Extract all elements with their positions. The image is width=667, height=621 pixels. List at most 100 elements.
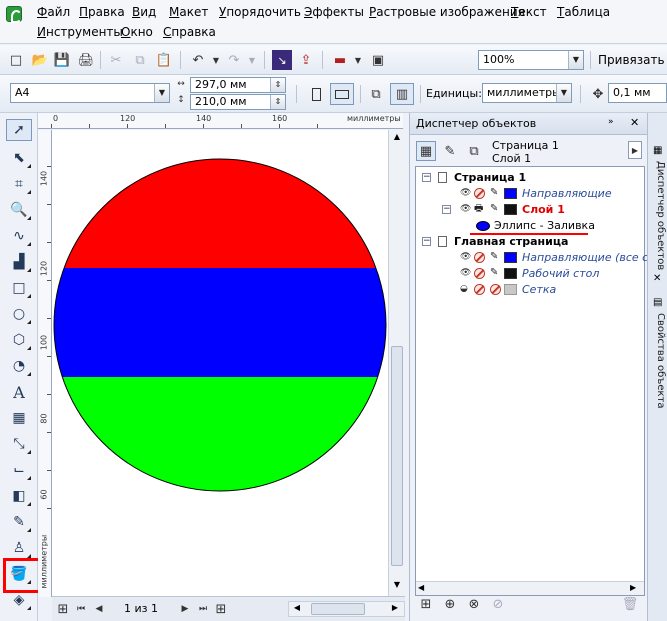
shape-tool-icon[interactable]: ⬉ xyxy=(6,147,32,169)
spinner-icon[interactable]: ⇕ xyxy=(270,95,285,109)
scroll-left-icon[interactable]: ◀ xyxy=(418,583,424,592)
tree-row-desktop[interactable]: 👁 ✎ Рабочий стол xyxy=(416,266,644,282)
freehand-tool-icon[interactable]: ∿ xyxy=(6,225,32,247)
edit-across-layers-icon[interactable]: ✎ xyxy=(440,141,460,161)
menu-file[interactable]: Файл xyxy=(37,5,70,19)
close-icon[interactable]: ✕ xyxy=(653,273,661,284)
export-icon[interactable]: ⇪ xyxy=(296,50,316,70)
first-page-icon[interactable]: ⏮ xyxy=(74,599,88,619)
save-icon[interactable]: 💾 xyxy=(52,50,72,70)
interactive-blend-tool-icon[interactable]: ◧ xyxy=(6,485,32,507)
last-page-icon[interactable]: ⏭ xyxy=(196,599,210,619)
paste-icon[interactable]: 📋 xyxy=(154,50,174,70)
tree-row-master[interactable]: − Главная страница xyxy=(416,234,644,250)
basic-shapes-tool-icon[interactable]: ◔ xyxy=(6,355,32,377)
prev-page-icon[interactable]: ◀ xyxy=(92,599,106,619)
no-print-icon[interactable] xyxy=(474,252,485,263)
landscape-orientation-icon[interactable] xyxy=(330,83,354,105)
menu-help[interactable]: Справка xyxy=(163,25,216,39)
collapse-icon[interactable]: − xyxy=(422,173,431,182)
tree-row-grid[interactable]: ◒ Сетка xyxy=(416,282,644,298)
tree-row-layer1[interactable]: − 👁 🖶 ✎ Слой 1 xyxy=(416,202,644,218)
object-tree[interactable]: − Страница 1 👁 ✎ Направляющие − 👁 🖶 ✎ Сл… xyxy=(415,166,662,596)
portrait-orientation-icon[interactable] xyxy=(306,84,326,104)
menu-text[interactable]: Текст xyxy=(511,5,547,19)
scroll-thumb[interactable] xyxy=(311,603,365,615)
add-page-after-icon[interactable]: ⊞ xyxy=(214,599,228,619)
properties-tab-icon[interactable]: ▤ xyxy=(653,297,662,308)
printer-icon[interactable]: 🖶 xyxy=(474,204,484,214)
tab-object-manager[interactable]: Диспетчер объектов xyxy=(650,161,666,270)
current-page-icon[interactable]: ▥ xyxy=(390,83,414,105)
new-layer-icon[interactable]: ⊞ xyxy=(416,594,436,614)
pencil-icon[interactable]: ✎ xyxy=(490,204,500,214)
tree-row-page1[interactable]: − Страница 1 xyxy=(416,170,644,186)
docker-menu-arrow-icon[interactable]: ▶ xyxy=(628,141,642,159)
rectangle-tool-icon[interactable]: □ xyxy=(6,277,32,299)
add-page-before-icon[interactable]: ⊞ xyxy=(56,599,70,619)
print-icon[interactable]: 🖨 xyxy=(76,50,96,70)
menu-bitmaps[interactable]: Растровые изображения xyxy=(369,5,525,19)
page-height-input[interactable]: 210,0 мм ⇕ xyxy=(190,94,286,110)
menu-arrange[interactable]: Упорядочить xyxy=(219,5,301,19)
collapse-icon[interactable]: − xyxy=(422,237,431,246)
chevron-down-icon[interactable]: ▼ xyxy=(568,51,583,69)
ellipse-tool-icon[interactable]: ○ xyxy=(6,303,32,325)
undo-dropdown-icon[interactable]: ▼ xyxy=(206,50,226,70)
new-document-icon[interactable]: □ xyxy=(6,50,26,70)
connector-tool-icon[interactable]: ⌙ xyxy=(6,459,32,481)
no-print-icon[interactable] xyxy=(474,188,485,199)
menu-window[interactable]: Окно xyxy=(121,25,153,39)
pencil-icon[interactable]: ✎ xyxy=(490,188,500,198)
scroll-thumb[interactable] xyxy=(391,346,403,566)
menu-table[interactable]: Таблица xyxy=(557,5,610,19)
no-print-icon[interactable] xyxy=(474,284,485,295)
tree-horizontal-scrollbar[interactable]: ◀ ▶ xyxy=(416,581,644,595)
tree-row-ellipse[interactable]: Эллипс - Заливка xyxy=(416,218,644,235)
eye-icon[interactable]: 👁 xyxy=(460,252,471,263)
vertical-scrollbar[interactable]: ▲ ▼ xyxy=(388,130,405,596)
menu-edit[interactable]: Правка xyxy=(79,5,125,19)
show-properties-icon[interactable]: ▦ xyxy=(416,141,436,161)
ruler-horizontal[interactable]: 0 120 140 160 миллиметры xyxy=(51,113,403,129)
dimension-tool-icon[interactable]: ⤡ xyxy=(6,433,32,455)
menu-view[interactable]: Вид xyxy=(132,5,156,19)
page-width-input[interactable]: 297,0 мм ⇕ xyxy=(190,77,286,93)
scroll-left-icon[interactable]: ◀ xyxy=(291,603,303,615)
docker-collapse-icon[interactable]: » xyxy=(608,117,614,127)
pick-tool-icon[interactable]: ➚ xyxy=(6,119,32,141)
snap-to-menu[interactable]: Привязать к xyxy=(598,53,667,67)
menu-tools[interactable]: Инструменты xyxy=(37,25,123,39)
app-logo-icon[interactable] xyxy=(6,6,22,23)
application-launcher-icon[interactable]: ▬ xyxy=(330,50,350,70)
outline-tool-icon[interactable]: ♙ xyxy=(6,537,32,559)
no-print-icon[interactable] xyxy=(474,268,485,279)
new-master-layer-icon[interactable]: ⊕ xyxy=(440,594,460,614)
text-tool-icon[interactable]: A xyxy=(6,381,32,403)
next-page-icon[interactable]: ▶ xyxy=(178,599,192,619)
new-master-all-pages-icon[interactable]: ⊗ xyxy=(464,594,484,614)
scroll-right-icon[interactable]: ▶ xyxy=(630,583,636,592)
ruler-origin[interactable] xyxy=(38,113,52,129)
smart-fill-tool-icon[interactable]: ▟ xyxy=(6,251,32,273)
menu-layout[interactable]: Макет xyxy=(169,5,208,19)
all-pages-icon[interactable]: ⧉ xyxy=(366,84,386,104)
undo-icon[interactable]: ↶ xyxy=(188,50,208,70)
welcome-screen-icon[interactable]: ▣ xyxy=(368,50,388,70)
eyedropper-tool-icon[interactable]: ✎ xyxy=(6,511,32,533)
crop-tool-icon[interactable]: ⌗ xyxy=(6,173,32,195)
tree-row-guides[interactable]: 👁 ✎ Направляющие xyxy=(416,186,644,202)
launcher-dropdown-icon[interactable]: ▼ xyxy=(348,50,368,70)
copy-icon[interactable]: ⧉ xyxy=(130,50,150,70)
eye-icon[interactable]: 👁 xyxy=(460,204,471,215)
import-icon[interactable]: ↘ xyxy=(272,50,292,70)
no-edit-icon[interactable] xyxy=(490,284,501,295)
objects-tab-icon[interactable]: ▦ xyxy=(653,145,662,156)
layer-manager-view-icon[interactable]: ⧉ xyxy=(464,141,484,161)
close-icon[interactable]: ✕ xyxy=(630,116,639,129)
zoom-tool-icon[interactable]: 🔍 xyxy=(6,199,32,221)
redo-dropdown-icon[interactable]: ▼ xyxy=(242,50,262,70)
new-master-odd-icon[interactable]: ⊘ xyxy=(488,594,508,614)
cut-icon[interactable]: ✂ xyxy=(106,50,126,70)
tree-row-master-guides[interactable]: 👁 ✎ Направляющие (все стр xyxy=(416,250,662,266)
